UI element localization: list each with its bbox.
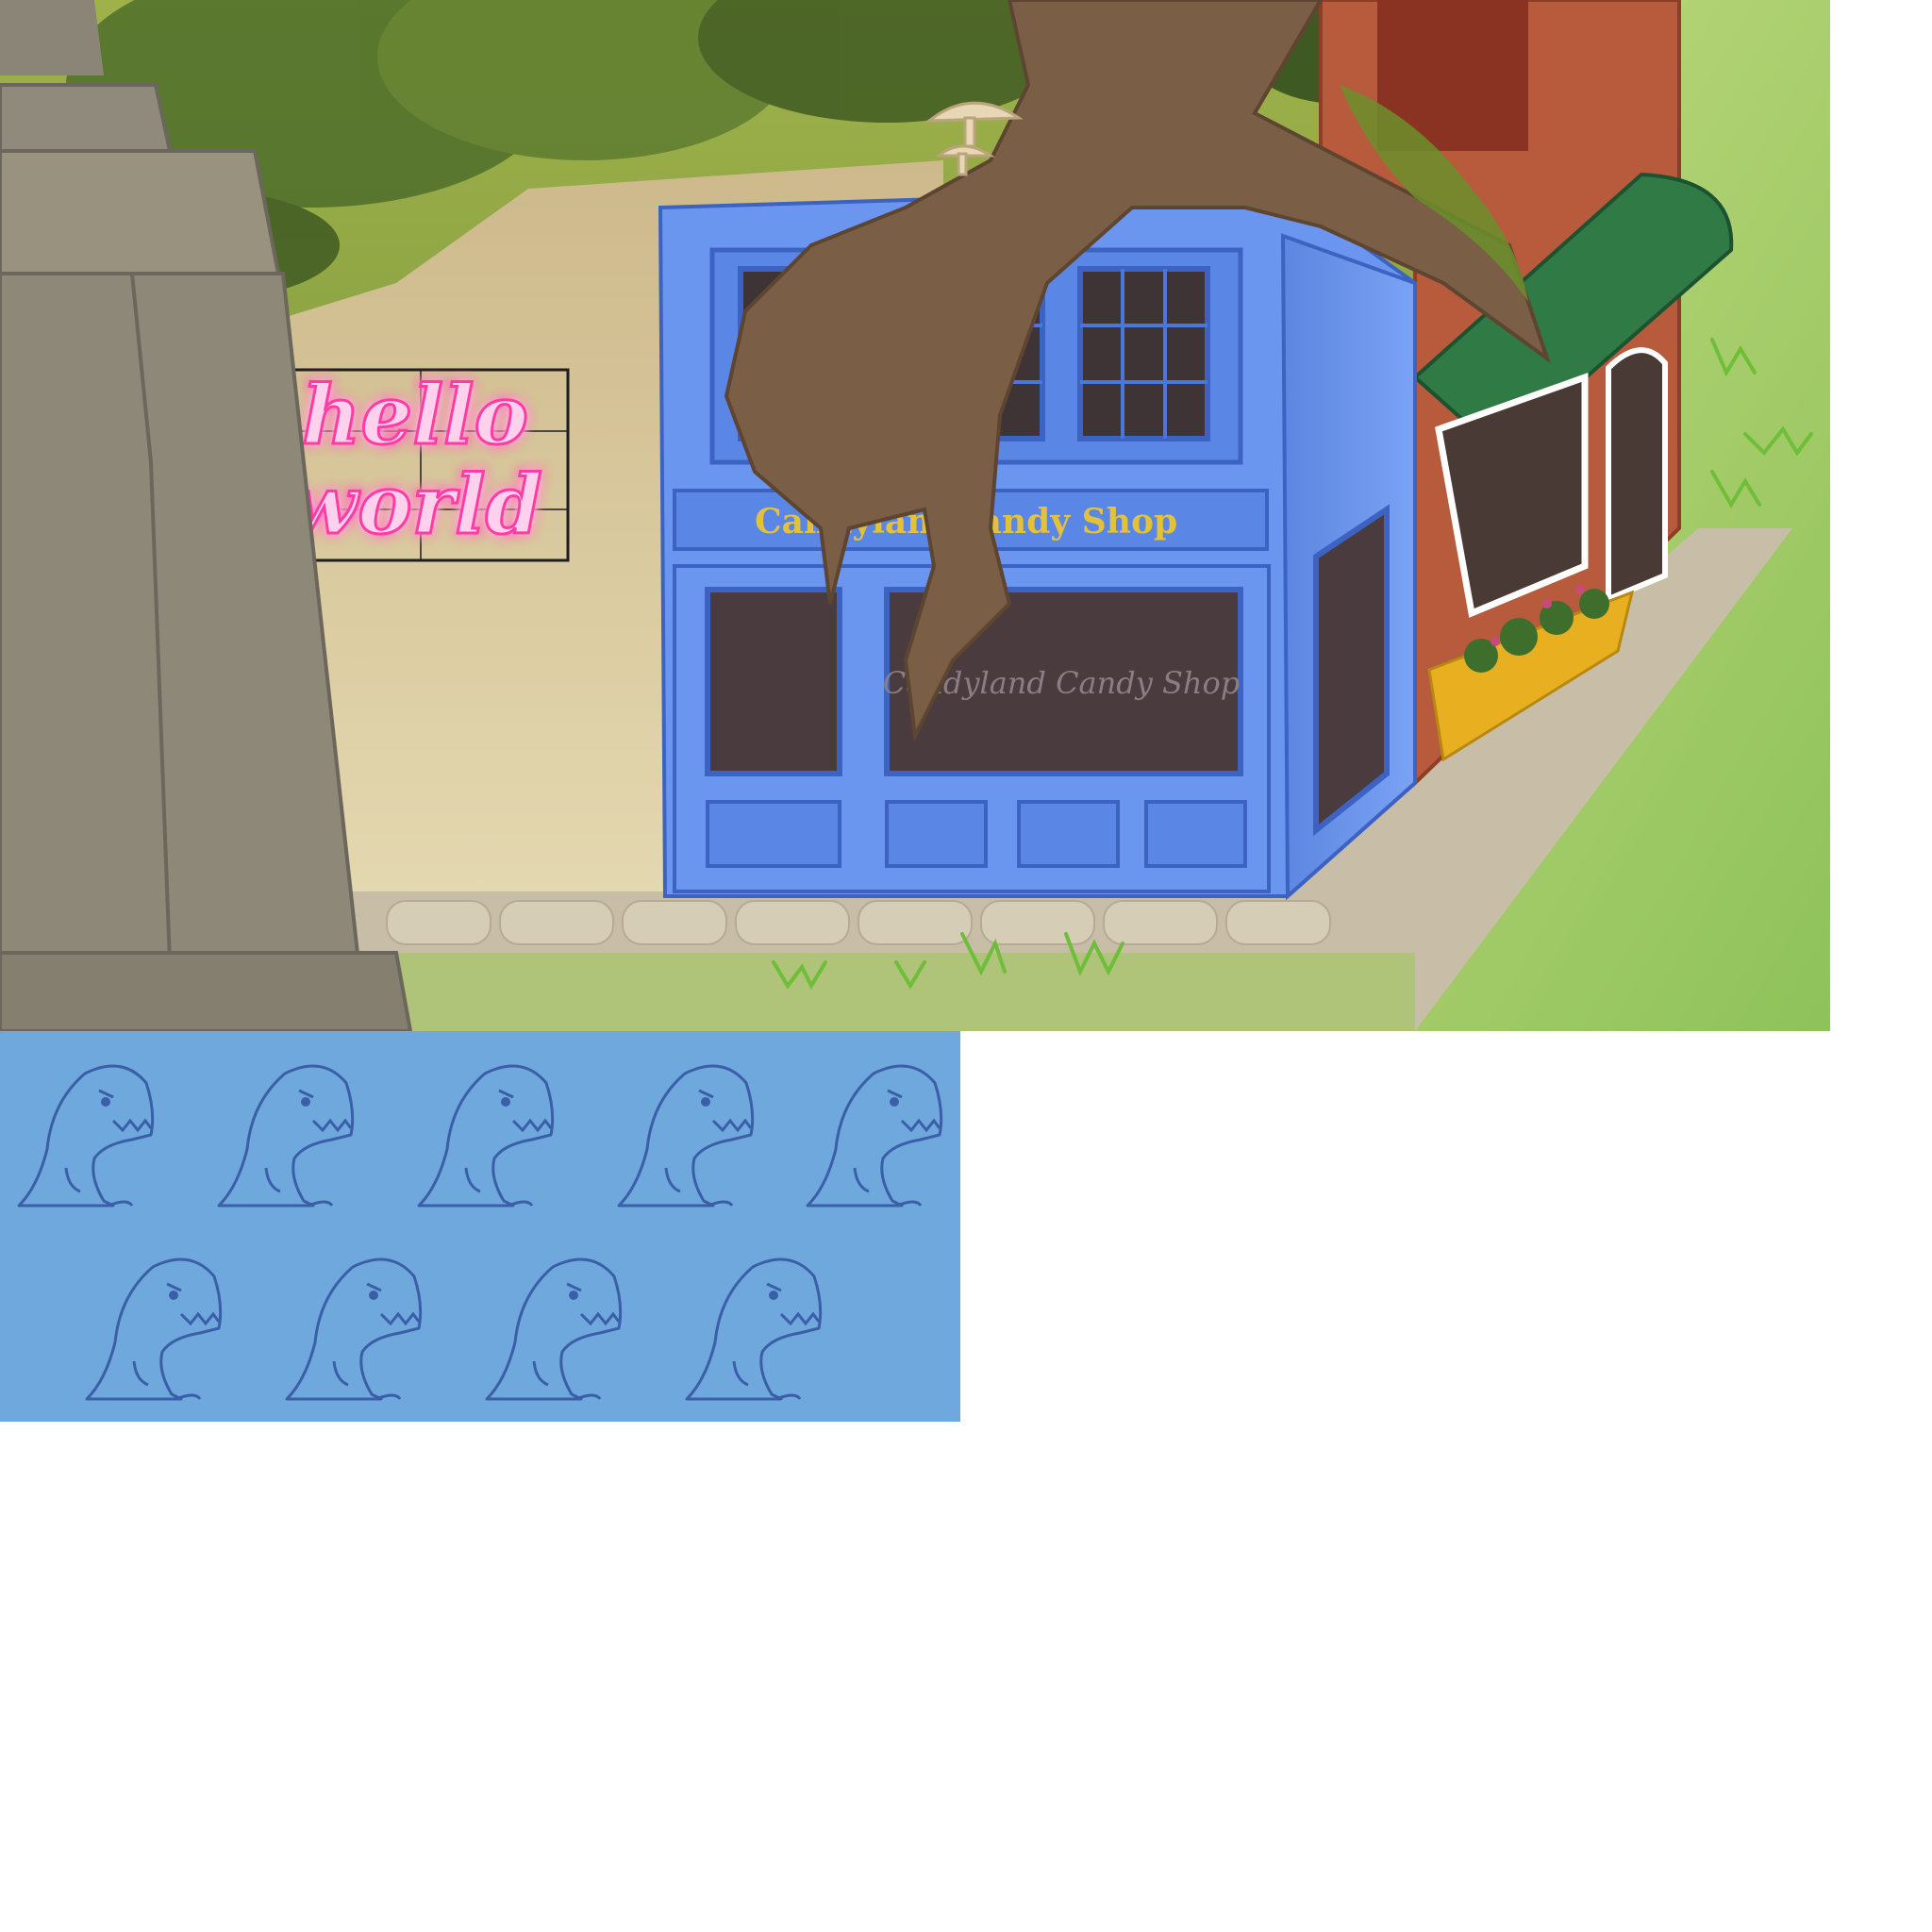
dino-tile-strip: [0, 1031, 960, 1422]
lower-grass: [283, 953, 1415, 1031]
neon-sign: hello world: [275, 367, 570, 562]
game-scene: hello world Candy Shop Candyland Candy S…: [0, 0, 1830, 1031]
upper-window-right: [1077, 266, 1210, 441]
shop-door-window: [705, 587, 842, 776]
neon-line-1: hello: [302, 368, 528, 463]
side-window: [1313, 504, 1390, 837]
neon-line-2: world: [288, 458, 542, 553]
dino-strip-background: [0, 1031, 960, 1422]
